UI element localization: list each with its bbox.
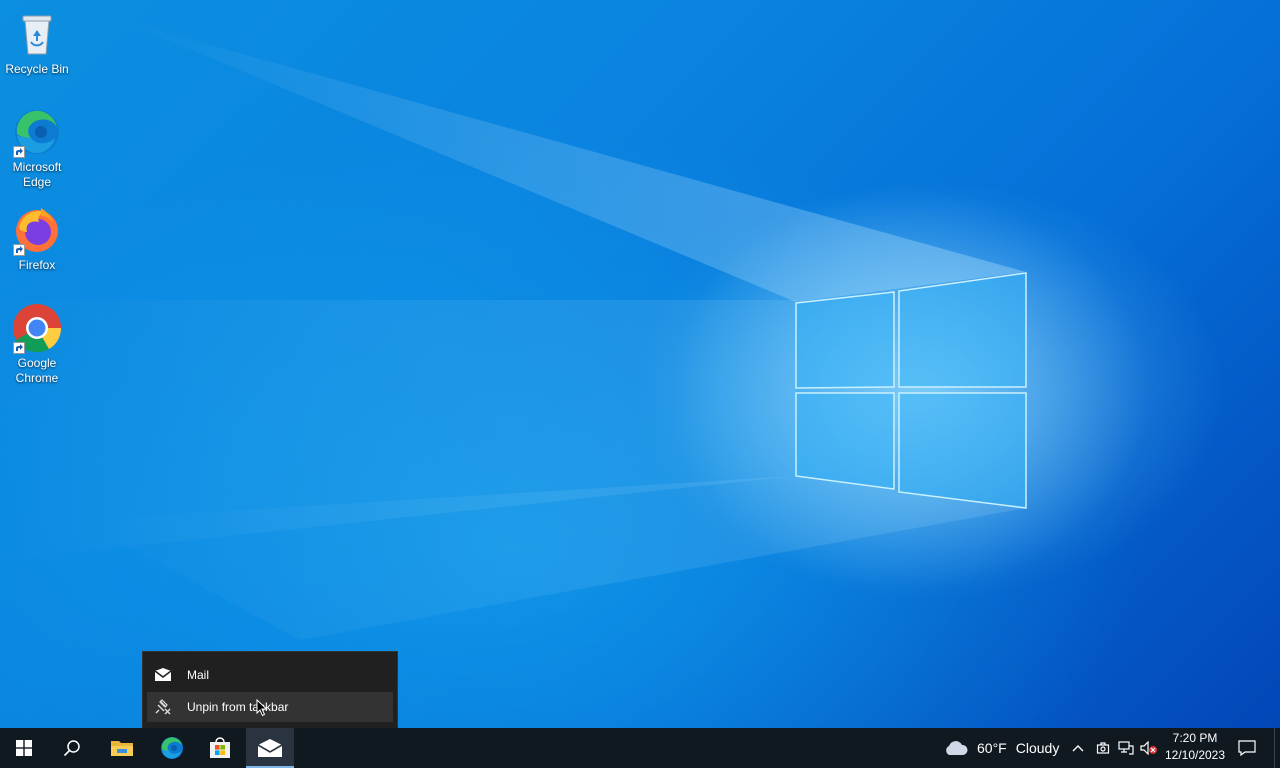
shortcut-arrow-icon — [13, 342, 25, 354]
unpin-label: Unpin from taskbar — [187, 700, 289, 714]
notifications-icon — [1238, 740, 1256, 756]
desktop-icon-label: Recycle Bin — [5, 62, 69, 76]
shortcut-arrow-icon — [13, 244, 25, 256]
desktop-icon-label: Google Chrome — [15, 356, 59, 385]
meet-now-icon — [1096, 742, 1110, 754]
start-button[interactable] — [0, 728, 48, 768]
show-desktop-button[interactable] — [1274, 728, 1275, 768]
desktop-icon-recycle-bin[interactable]: Recycle Bin — [0, 8, 74, 77]
clock-date: 12/10/2023 — [1164, 748, 1226, 762]
clock-time: 7:20 PM — [1172, 731, 1218, 745]
network-icon — [1118, 741, 1134, 755]
recycle-bin-icon — [11, 8, 63, 60]
start-icon — [16, 740, 32, 756]
search-icon — [63, 740, 80, 757]
cloud-icon — [946, 741, 968, 755]
windows-logo-wallpaper — [795, 272, 1027, 509]
mail-jump-list: Mail Unpin from taskbar — [142, 651, 398, 728]
desktop-icon-microsoft-edge[interactable]: Microsoft Edge — [0, 106, 74, 190]
wallpaper-light-beams — [0, 20, 1150, 640]
firefox-icon — [11, 204, 63, 256]
mouse-cursor-icon — [256, 699, 268, 717]
microsoft-store-button[interactable] — [196, 728, 244, 768]
edge-taskbar-button[interactable] — [148, 728, 196, 768]
action-center-button[interactable] — [1235, 728, 1259, 768]
jumplist-app-mail[interactable]: Mail — [147, 660, 393, 690]
desktop-icon-google-chrome[interactable]: Google Chrome — [0, 302, 74, 386]
unpin-icon — [153, 699, 173, 715]
shortcut-arrow-icon — [13, 146, 25, 158]
edge-icon — [11, 106, 63, 158]
jumplist-app-title: Mail — [187, 668, 210, 682]
file-explorer-button[interactable] — [98, 728, 146, 768]
file-explorer-icon — [111, 741, 133, 756]
clock[interactable]: 7:20 PM 12/10/2023 — [1160, 730, 1230, 764]
desktop: Recycle Bin Microsoft Edge Firefox Googl… — [0, 0, 1280, 728]
search-button[interactable] — [48, 728, 96, 768]
chrome-icon — [11, 302, 63, 354]
mail-icon — [257, 739, 283, 757]
microsoft-store-icon — [210, 737, 230, 758]
network-button[interactable] — [1114, 728, 1138, 768]
weather-condition: Cloudy — [1015, 740, 1060, 756]
show-hidden-icons-button[interactable] — [1066, 728, 1090, 768]
volume-muted-icon — [1140, 741, 1157, 755]
weather-temperature: 60°F — [977, 740, 1007, 756]
edge-icon — [161, 737, 183, 759]
desktop-icon-firefox[interactable]: Firefox — [0, 204, 74, 273]
desktop-icon-label: Microsoft Edge — [12, 160, 62, 189]
meet-now-button[interactable] — [1091, 728, 1115, 768]
volume-button[interactable] — [1137, 728, 1161, 768]
desktop-icon-label: Firefox — [18, 258, 56, 272]
taskbar: 60°F Cloudy 7:20 PM 12/10/2023 — [0, 728, 1280, 768]
mail-taskbar-button[interactable] — [246, 728, 294, 768]
mail-icon — [153, 667, 173, 683]
weather-widget[interactable]: 60°F Cloudy — [943, 728, 1059, 768]
chevron-up-icon — [1072, 745, 1084, 752]
unpin-from-taskbar-item[interactable]: Unpin from taskbar — [147, 692, 393, 722]
